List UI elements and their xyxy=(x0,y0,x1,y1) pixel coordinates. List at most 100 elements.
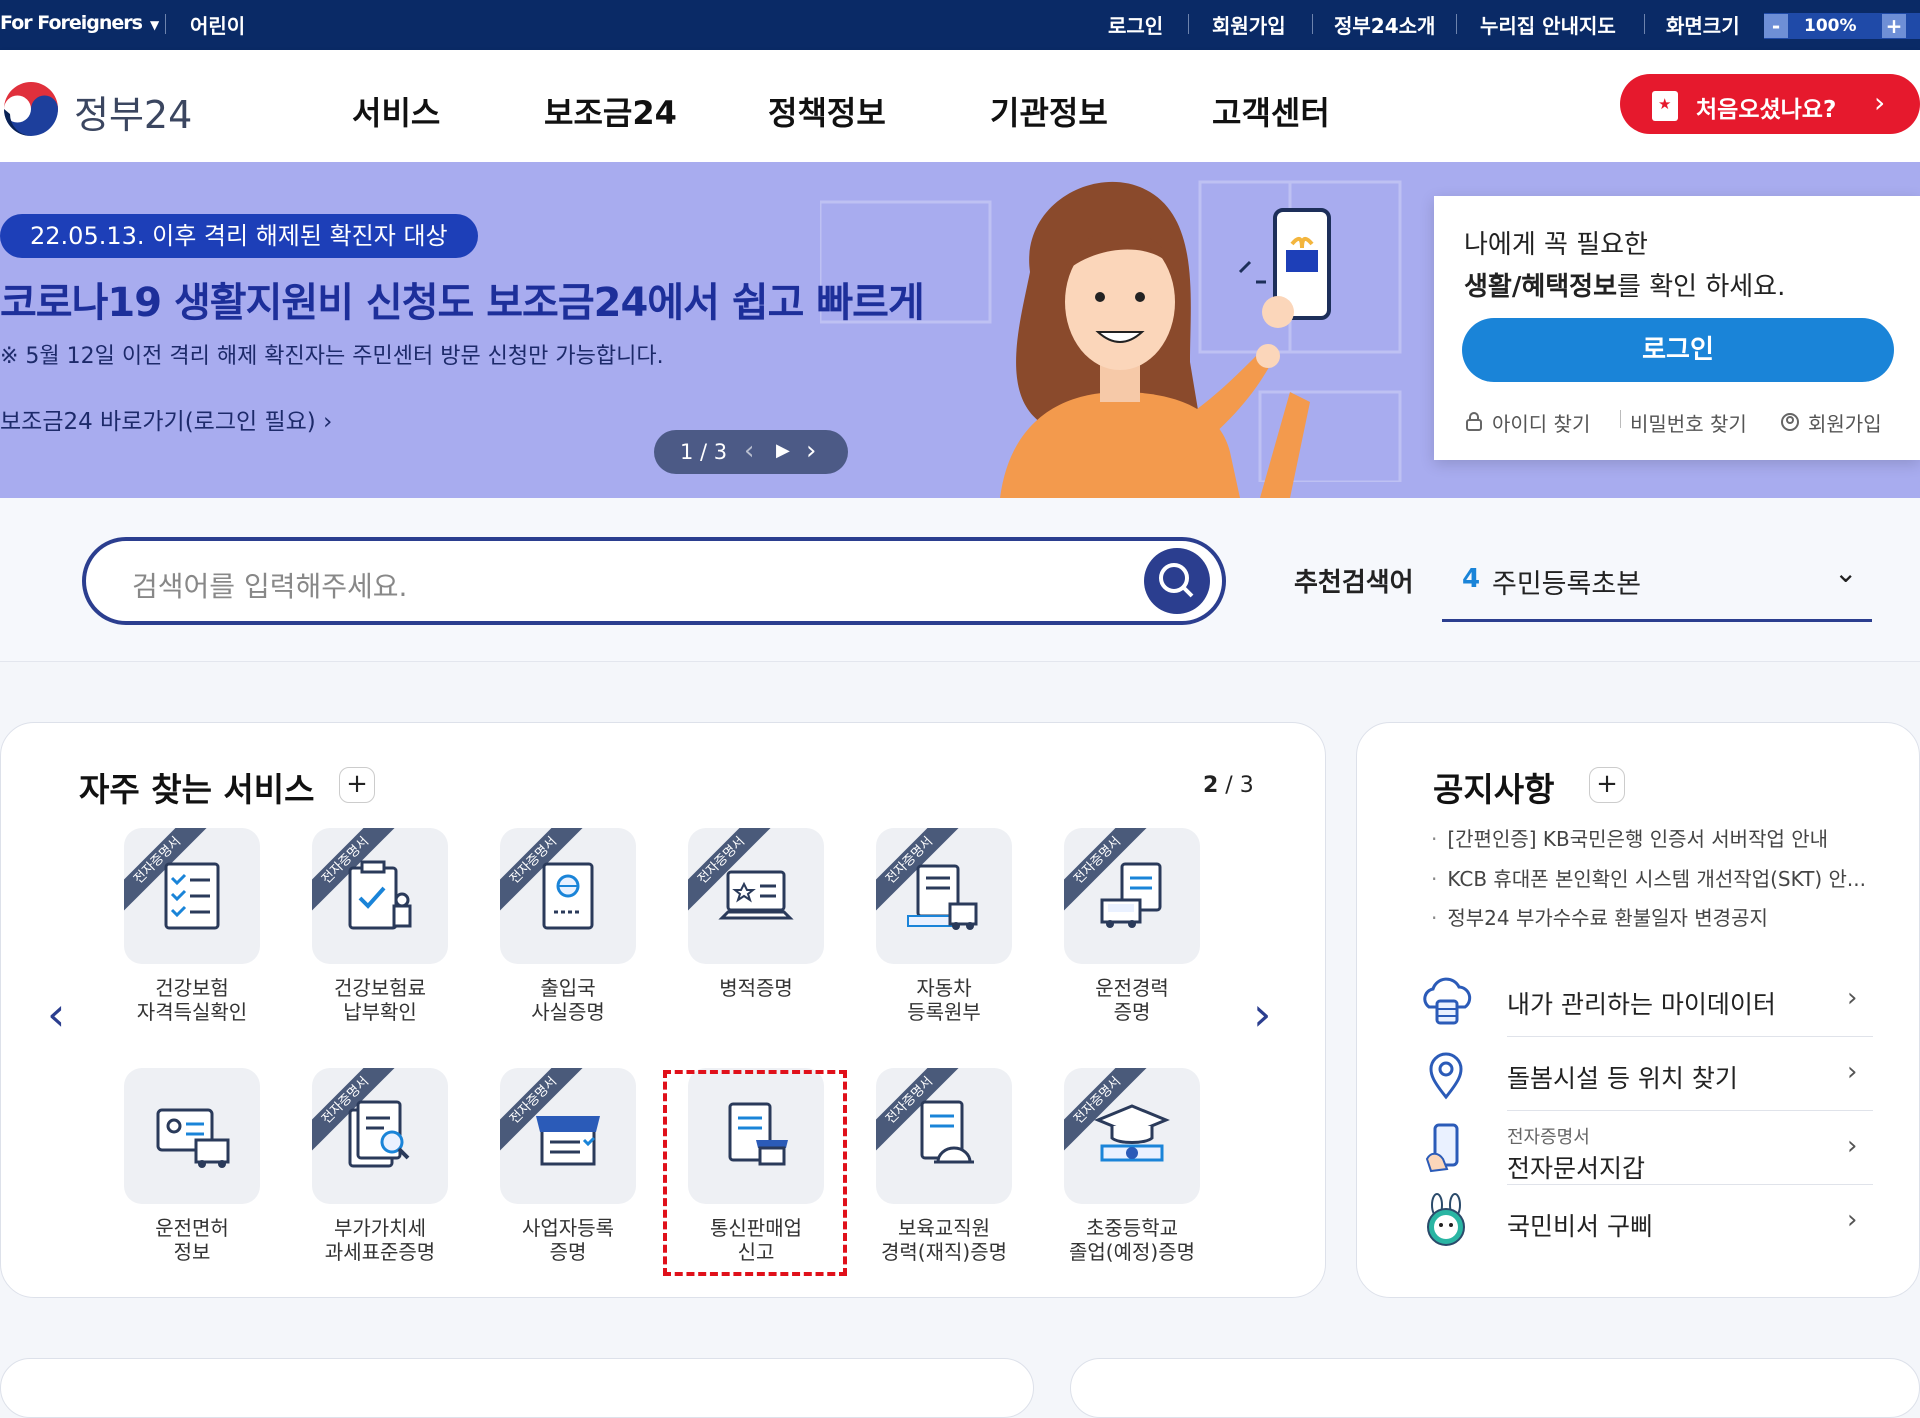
license-card-icon xyxy=(156,1108,230,1168)
notice-title: 공지사항 xyxy=(1433,770,1555,809)
service-tile-label-line2: 등록원부 xyxy=(907,1000,981,1024)
service-tile-label[interactable]: 출입국 사실증명 xyxy=(478,976,658,1024)
service-tile-label-line1: 초중등학교 xyxy=(1086,1216,1178,1240)
car-document-icon xyxy=(907,864,978,930)
subsidy24-shortcut-link[interactable]: 보조금24 바로가기(로그인 필요) › xyxy=(0,402,332,436)
search-input[interactable]: 검색어를 입력해주세요. xyxy=(82,537,1226,625)
service-tile-label[interactable]: 사업자등록 증명 xyxy=(478,1216,658,1264)
service-tile[interactable]: 전자증명서 xyxy=(876,828,1012,964)
chevron-right-icon: › xyxy=(1847,983,1858,1013)
login-card-line1: 나에게 꼭 필요한 xyxy=(1464,230,1648,260)
find-password-link[interactable]: 비밀번호 찾기 xyxy=(1630,408,1747,437)
signup-link[interactable]: 회원가입 xyxy=(1212,10,1286,39)
nav-policy-info[interactable]: 정책정보 xyxy=(768,88,886,134)
gubbi-link-label: 국민비서 구삐 xyxy=(1507,1212,1653,1241)
login-card-line2: 생활/혜택정보를 확인 하세요. xyxy=(1464,266,1785,303)
care-facility-link[interactable]: 돌봄시설 등 위치 찾기 › xyxy=(1417,1037,1873,1111)
services-page-indicator: 2 / 3 xyxy=(1203,773,1254,798)
laptop-star-icon xyxy=(718,870,794,920)
service-tile[interactable]: 전자증명서 xyxy=(500,1068,636,1204)
nav-services[interactable]: 서비스 xyxy=(352,88,440,134)
document-helmet-icon xyxy=(920,1100,974,1164)
for-foreigners-menu[interactable]: For Foreigners ▼ xyxy=(0,12,159,34)
first-visit-label: 처음오셨나요? xyxy=(1696,97,1837,123)
service-tile-label[interactable]: 보육교직원 경력(재직)증명 xyxy=(854,1216,1034,1264)
service-tile-label-line1: 운전경력 xyxy=(1095,976,1169,1000)
chevron-right-icon[interactable]: › xyxy=(806,436,816,466)
nav-customer-center[interactable]: 고객센터 xyxy=(1212,88,1330,134)
services-page-current: 2 xyxy=(1203,773,1219,798)
gubbi-link[interactable]: 국민비서 구삐 › xyxy=(1417,1185,1863,1259)
bottom-card xyxy=(0,1358,1034,1418)
services-more-button[interactable]: + xyxy=(339,767,375,803)
join-link[interactable]: 회원가입 xyxy=(1808,408,1882,437)
car-record-icon xyxy=(1100,862,1162,928)
sitemap-link[interactable]: 누리집 안내지도 xyxy=(1480,10,1616,39)
search-icon xyxy=(1159,563,1194,598)
service-tile-label[interactable]: 자동차 등록원부 xyxy=(854,976,1034,1024)
search-button[interactable] xyxy=(1144,548,1210,614)
site-logo-text[interactable]: 정부24 xyxy=(74,84,192,139)
chevron-right-icon[interactable]: › xyxy=(1253,987,1271,1041)
service-tile-label-line1: 자동차 xyxy=(916,976,972,1000)
cloud-data-icon xyxy=(1423,977,1472,1025)
service-tile[interactable]: 전자증명서 xyxy=(500,828,636,964)
chevron-down-icon[interactable]: ⌄ xyxy=(1834,556,1857,589)
notice-more-button[interactable]: + xyxy=(1589,767,1625,803)
login-link[interactable]: 로그인 xyxy=(1108,10,1163,39)
for-foreigners-label: For Foreigners xyxy=(0,12,143,34)
clipboard-stamp-icon xyxy=(348,860,412,930)
service-tile-label[interactable]: 초중등학교 졸업(예정)증명 xyxy=(1042,1216,1222,1264)
kids-link[interactable]: 어린이 xyxy=(190,10,245,39)
service-tile[interactable]: 전자증명서 xyxy=(1064,1068,1200,1204)
hero-note: ※ 5월 12일 이전 격리 해제 확진자는 주민센터 방문 신청만 가능합니다… xyxy=(0,344,664,369)
about-link[interactable]: 정부24소개 xyxy=(1334,10,1435,39)
frequent-services-title: 자주 찾는 서비스 xyxy=(79,770,315,809)
service-tile-label-line1: 출입국 xyxy=(540,976,596,1000)
chevron-right-icon: › xyxy=(1847,1205,1858,1235)
play-icon[interactable]: ▶ xyxy=(776,440,790,461)
service-tile-label[interactable]: 운전경력 증명 xyxy=(1042,976,1222,1024)
government-emblem-icon[interactable] xyxy=(0,78,62,140)
service-tile[interactable]: 전자증명서 xyxy=(312,828,448,964)
nav-agency-info[interactable]: 기관정보 xyxy=(990,88,1108,134)
service-tile-label[interactable]: 병적증명 xyxy=(666,976,846,1000)
nav-subsidy24[interactable]: 보조금24 xyxy=(544,88,677,134)
chevron-left-icon[interactable]: ‹ xyxy=(744,436,754,466)
recommended-term[interactable]: 주민등록초본 xyxy=(1492,562,1641,601)
service-tile[interactable]: 전자증명서 xyxy=(876,1068,1012,1204)
service-tile[interactable]: 전자증명서 xyxy=(1064,828,1200,964)
document-search-icon xyxy=(348,1100,410,1168)
notice-item[interactable]: [간편인증] KB국민은행 인증서 서버작업 안내 xyxy=(1431,823,1828,852)
hero-title: 코로나19 생활지원비 신청도 보조금24에서 쉽고 빠르게 xyxy=(0,280,925,326)
service-tile-label-line1: 운전면허 xyxy=(155,1216,229,1240)
zoom-in-button[interactable]: + xyxy=(1882,14,1906,38)
mydata-link[interactable]: 내가 관리하는 마이데이터 › xyxy=(1417,963,1873,1037)
notice-item[interactable]: KCB 휴대폰 본인확인 시스템 개선작업(SKT) 안... xyxy=(1431,863,1866,892)
notice-item[interactable]: 정부24 부가수수료 환불일자 변경공지 xyxy=(1431,902,1768,931)
service-tile-label[interactable]: 부가가치세 과세표준증명 xyxy=(290,1216,470,1264)
service-tile-label[interactable]: 건강보험료 납부확인 xyxy=(290,976,470,1024)
find-id-link[interactable]: 아이디 찾기 xyxy=(1492,408,1590,437)
recommended-search-dropdown[interactable]: 4 주민등록초본 ⌄ xyxy=(1442,542,1872,622)
chevron-left-icon[interactable]: ‹ xyxy=(47,987,65,1041)
service-tile-label-line2: 자격득실확인 xyxy=(136,1000,248,1024)
service-tile[interactable]: 전자증명서 xyxy=(688,828,824,964)
service-tile-label[interactable]: 건강보험 자격득실확인 xyxy=(102,976,282,1024)
lock-icon xyxy=(1466,412,1482,431)
service-tile-label-line2: 납부확인 xyxy=(343,1000,417,1024)
zoom-out-button[interactable]: - xyxy=(1764,14,1788,38)
service-tile[interactable] xyxy=(124,1068,260,1204)
login-button[interactable]: 로그인 xyxy=(1462,318,1894,382)
first-visit-button[interactable]: 처음오셨나요? › xyxy=(1620,74,1920,134)
divider xyxy=(1644,14,1645,34)
divider xyxy=(1456,14,1457,34)
recommended-search-label: 추천검색어 xyxy=(1294,568,1414,598)
graduation-cap-icon xyxy=(1094,1104,1170,1162)
service-tile[interactable]: 전자증명서 xyxy=(124,828,260,964)
service-tile-label[interactable]: 운전면허 정보 xyxy=(102,1216,282,1264)
document-wallet-link[interactable]: 전자증명서 전자문서지갑 › xyxy=(1417,1111,1873,1185)
service-tile[interactable]: 전자증명서 xyxy=(312,1068,448,1204)
divider xyxy=(1312,14,1313,34)
divider xyxy=(1620,410,1621,428)
